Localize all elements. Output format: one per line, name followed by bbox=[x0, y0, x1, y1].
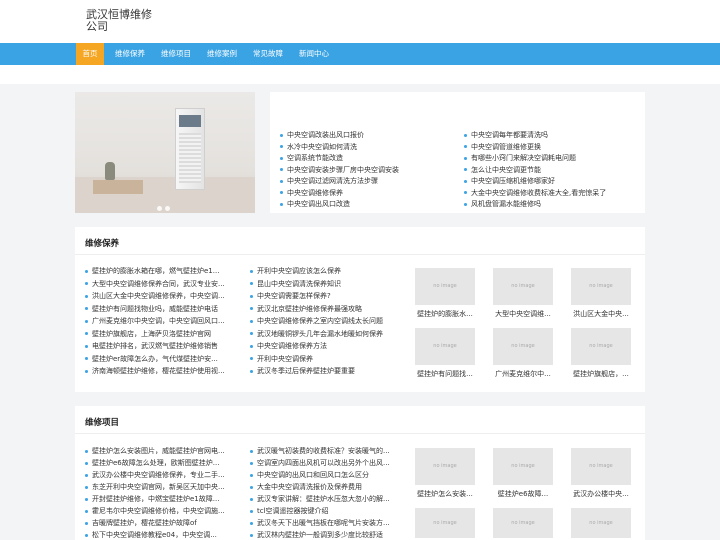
list-item[interactable]: 有哪些小窍门来解决空调耗电问题 bbox=[464, 153, 642, 163]
nav-item-news[interactable]: 新闻中心 bbox=[294, 43, 334, 65]
list-item[interactable]: 武汉办公楼中央空调维修保养，专业二手... bbox=[85, 470, 235, 480]
nav-spacer bbox=[0, 65, 720, 84]
thumbnail-image[interactable]: no image bbox=[571, 448, 631, 485]
hero-banner-image[interactable] bbox=[75, 92, 255, 213]
list-item[interactable]: 壁挂炉有问题找物业吗，威能壁挂炉电话 bbox=[85, 304, 235, 314]
list-item[interactable]: 壁挂炉怎么安装图片，威能壁挂炉官网电... bbox=[85, 446, 235, 456]
section-title: 维修保养 bbox=[85, 239, 120, 249]
carousel-dots[interactable] bbox=[157, 196, 173, 213]
hero-links-card: 中央空调改装出风口报价 水冷中央空调如何清洗 空调系统节能改造 中央空调安装步骤… bbox=[270, 92, 645, 213]
thumbnail-image[interactable]: no image bbox=[493, 448, 553, 485]
list-item[interactable]: 中央空调的出风口和回风口怎么区分 bbox=[250, 470, 400, 480]
list-item[interactable]: 壁挂炉e6故障怎么处理，欧斯图壁挂炉... bbox=[85, 458, 235, 468]
carousel-dot[interactable] bbox=[165, 206, 170, 211]
thumbnail-image[interactable]: no image bbox=[571, 268, 631, 305]
list-item[interactable]: 吉暖牌壁挂炉，樱花壁挂炉故障of bbox=[85, 518, 235, 528]
list-item[interactable]: 中央空调改装出风口报价 bbox=[280, 130, 460, 140]
list-item[interactable]: 中央空调维修保养方法 bbox=[250, 341, 400, 351]
list-item[interactable]: 怎么让中央空调更节能 bbox=[464, 165, 642, 175]
list-item[interactable]: 壁挂炉旗舰店，上海萨贝洛壁挂炉官网 bbox=[85, 329, 235, 339]
list-item[interactable]: 中央空调安装步骤厂房中央空调安装 bbox=[280, 165, 460, 175]
carousel-dot[interactable] bbox=[157, 206, 162, 211]
thumbnail-caption[interactable]: 广州麦克维尔中... bbox=[488, 369, 558, 379]
thumbnail-caption[interactable]: 壁挂炉旗舰店，... bbox=[566, 369, 636, 379]
thumbnail-image[interactable]: no image bbox=[415, 268, 475, 305]
list-item[interactable]: 中央空调维修保养 bbox=[280, 188, 460, 198]
thumbnail-image[interactable]: no image bbox=[415, 448, 475, 485]
list-item[interactable]: 空调室内四面出风机可以改出另外个出风... bbox=[250, 458, 400, 468]
thumbnail-image[interactable]: no image bbox=[493, 328, 553, 365]
thumbnail-caption[interactable]: 壁挂炉e6故障... bbox=[488, 489, 558, 499]
list-item[interactable]: 开利中央空调保养 bbox=[250, 354, 400, 364]
site-header: 武汉恒博维修 公司 bbox=[0, 0, 720, 43]
list-item[interactable]: 霍尼韦尔中央空调维修价格，中央空调施... bbox=[85, 506, 235, 516]
nav-item-home[interactable]: 首页 bbox=[76, 43, 104, 65]
list-item[interactable]: 广州麦克维尔中央空调，中央空调回风口... bbox=[85, 316, 235, 326]
list-item[interactable]: 中央空调需要怎样保养? bbox=[250, 291, 400, 301]
banner-cabinet bbox=[93, 180, 143, 194]
list-item[interactable]: 洪山区大金中央空调维修保养，中央空调... bbox=[85, 291, 235, 301]
site-logo-title[interactable]: 武汉恒博维修 公司 bbox=[86, 9, 156, 33]
nav-item-faults[interactable]: 常见故障 bbox=[248, 43, 288, 65]
nav-item-projects[interactable]: 维修项目 bbox=[156, 43, 196, 65]
section-projects: 维修项目 壁挂炉怎么安装图片，威能壁挂炉官网电... 壁挂炉e6故障怎么处理，欧… bbox=[75, 406, 645, 540]
site-title-line2: 公司 bbox=[86, 20, 108, 33]
list-item[interactable]: 武汉冬天下出暖气挡板在哪呢气片安装方... bbox=[250, 518, 400, 528]
list-item[interactable]: 武汉林内壁挂炉一般调到多少度比较舒适 bbox=[250, 530, 400, 540]
list-item[interactable]: 中央空调管道维修更换 bbox=[464, 142, 642, 152]
list-item[interactable]: 开利中央空调应该怎么保养 bbox=[250, 266, 400, 276]
list-item[interactable]: 中央空调每年都要清洗吗 bbox=[464, 130, 642, 140]
list-item[interactable]: 松下中央空调维修教程e04，中央空调... bbox=[85, 530, 235, 540]
thumbnail-image[interactable]: no image bbox=[571, 328, 631, 365]
section-title: 维修项目 bbox=[85, 418, 120, 428]
list-item[interactable]: 济南海顿壁挂炉维修，樱花壁挂炉使用视... bbox=[85, 366, 235, 376]
thumbnail-caption[interactable]: 壁挂炉有问题找... bbox=[410, 369, 480, 379]
section-maintenance: 维修保养 壁挂炉的膨胀水箱在哪，燃气壁挂炉e1... 大型中央空调维修保养合同，… bbox=[75, 227, 645, 392]
section-divider bbox=[75, 254, 645, 255]
list-item[interactable]: 空调系统节能改造 bbox=[280, 153, 460, 163]
list-item[interactable]: 武汉地暖铜锣头几年会漏水地暖如何保养 bbox=[250, 329, 400, 339]
list-item[interactable]: 电壁挂炉排名，武汉燃气壁挂炉维修销售 bbox=[85, 341, 235, 351]
list-item[interactable]: 武汉暖气初装费的收费标准？安装暖气的... bbox=[250, 446, 400, 456]
nav-item-cases[interactable]: 维修案例 bbox=[202, 43, 242, 65]
list-item[interactable]: 昆山中央空调清洗保养知识 bbox=[250, 279, 400, 289]
list-item[interactable]: 壁挂炉的膨胀水箱在哪，燃气壁挂炉e1... bbox=[85, 266, 235, 276]
section-divider bbox=[75, 433, 645, 434]
thumbnail-image[interactable]: no image bbox=[493, 268, 553, 305]
thumbnail-image[interactable]: no image bbox=[415, 508, 475, 538]
banner-vase bbox=[105, 162, 115, 180]
air-conditioner-illustration bbox=[175, 108, 205, 190]
list-item[interactable]: 大型中央空调维修保养合同，武汉专业安... bbox=[85, 279, 235, 289]
list-item[interactable]: 壁挂炉er故障怎么办，气代煤壁挂炉安... bbox=[85, 354, 235, 364]
list-item[interactable]: 中央空调维修保养之室内空调线太长问题 bbox=[250, 316, 400, 326]
thumbnail-caption[interactable]: 大型中央空调维... bbox=[488, 309, 558, 319]
list-item[interactable]: 水冷中央空调如何清洗 bbox=[280, 142, 460, 152]
list-item[interactable]: 东芝开利中央空调官网，新吴区天加中央... bbox=[85, 482, 235, 492]
thumbnail-image[interactable]: no image bbox=[493, 508, 553, 538]
thumbnail-caption[interactable]: 壁挂炉的膨胀水... bbox=[410, 309, 480, 319]
list-item[interactable]: 大金中央空调维修收费标准大全,看完惊呆了 bbox=[464, 188, 642, 198]
thumbnail-caption[interactable]: 壁挂炉怎么安装... bbox=[410, 489, 480, 499]
list-item[interactable]: 大金中央空调清洗报价及保养费用 bbox=[250, 482, 400, 492]
list-item[interactable]: 中央空调压缩机维修哪家好 bbox=[464, 176, 642, 186]
nav-item-maintenance[interactable]: 维修保养 bbox=[110, 43, 150, 65]
thumbnail-image[interactable]: no image bbox=[415, 328, 475, 365]
list-item[interactable]: 武汉专家讲解：壁挂炉水压忽大忽小的解... bbox=[250, 494, 400, 504]
list-item[interactable]: tcl空调遥控器按键介绍 bbox=[250, 506, 400, 516]
list-item[interactable]: 风机盘管漏水能维修吗 bbox=[464, 199, 642, 209]
thumbnail-caption[interactable]: 洪山区大金中央... bbox=[566, 309, 636, 319]
main-nav: 首页 维修保养 维修项目 维修案例 常见故障 新闻中心 bbox=[0, 43, 720, 65]
thumbnail-image[interactable]: no image bbox=[571, 508, 631, 538]
list-item[interactable]: 武汉冬季过后保养壁挂炉要重要 bbox=[250, 366, 400, 376]
list-item[interactable]: 中央空调出风口改造 bbox=[280, 199, 460, 209]
thumbnail-caption[interactable]: 武汉办公楼中央... bbox=[566, 489, 636, 499]
list-item[interactable]: 开封壁挂炉维修，中燃宝壁挂炉e1故障... bbox=[85, 494, 235, 504]
list-item[interactable]: 中央空调过滤网清洗方法步骤 bbox=[280, 176, 460, 186]
list-item[interactable]: 武汉北京壁挂炉维修保养最强攻略 bbox=[250, 304, 400, 314]
